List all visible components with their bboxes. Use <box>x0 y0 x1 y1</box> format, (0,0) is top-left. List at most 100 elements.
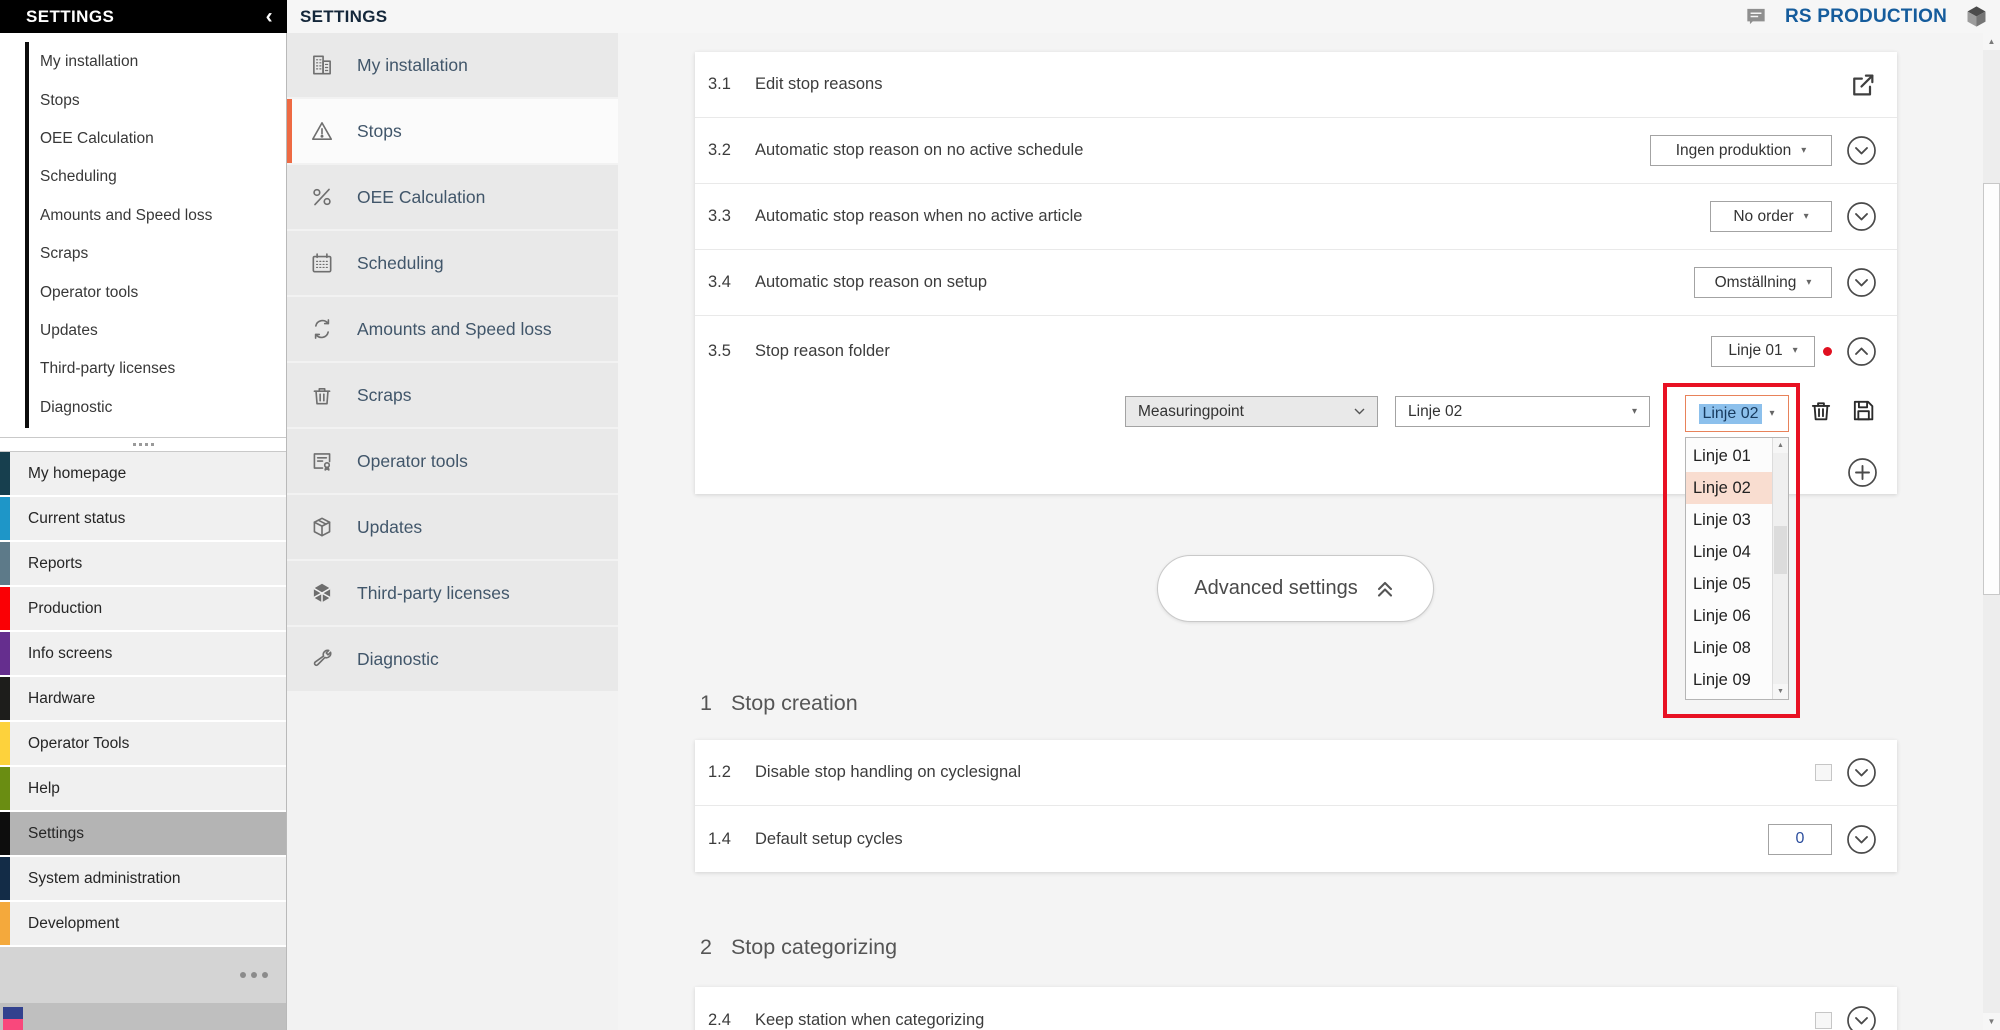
line-option[interactable]: Linje 08 <box>1686 632 1772 664</box>
module-item-operator-tools[interactable]: Operator Tools <box>0 722 286 765</box>
settings-nav-updates[interactable]: Updates <box>287 495 618 559</box>
collapse-row-button[interactable] <box>1846 336 1877 367</box>
folder-value-select[interactable]: Linje 02▾ <box>1395 396 1650 427</box>
scroll-thumb[interactable] <box>1774 526 1787 574</box>
expand-row-button[interactable] <box>1846 201 1877 232</box>
disable-stop-handling-checkbox[interactable] <box>1815 764 1832 781</box>
resize-handle-icon[interactable] <box>0 437 286 452</box>
expand-row-button[interactable] <box>1846 757 1877 788</box>
collapse-sidebar-icon[interactable]: ‹ <box>266 6 273 27</box>
document-seal-icon <box>309 448 335 474</box>
left-sidebar-header: SETTINGS ‹ <box>0 0 287 33</box>
line-option-selected[interactable]: Linje 02 <box>1686 472 1772 504</box>
module-item-current-status[interactable]: Current status <box>0 497 286 540</box>
settings-nav-my-installation[interactable]: My installation <box>287 33 618 97</box>
scroll-thumb[interactable] <box>1983 183 2000 595</box>
line-option[interactable]: Linje 09 <box>1686 664 1772 696</box>
line-option[interactable]: Linje 05 <box>1686 568 1772 600</box>
module-item-system-administration[interactable]: System administration <box>0 857 286 900</box>
settings-nav-stops[interactable]: Stops <box>287 99 618 163</box>
settings-nav-amounts-speed-loss[interactable]: Amounts and Speed loss <box>287 297 618 361</box>
sidebar-item-my-installation[interactable]: My installation <box>0 43 286 81</box>
sidebar-item-stops[interactable]: Stops <box>0 81 286 119</box>
module-color-bar <box>0 452 10 495</box>
line-select-open-list: Linje 01 Linje 02 Linje 03 Linje 04 Linj… <box>1685 437 1789 700</box>
top-bar: RS PRODUCTION <box>618 0 2000 33</box>
dropdown-caret-icon: ▾ <box>1793 346 1798 356</box>
line-option[interactable]: Linje 01 <box>1686 440 1772 472</box>
sidebar-more-options[interactable] <box>0 947 286 1003</box>
double-chevron-up-icon <box>1373 577 1397 601</box>
setup-reason-select[interactable]: Omställning▾ <box>1694 267 1832 298</box>
settings-nav-diagnostic[interactable]: Diagnostic <box>287 627 618 691</box>
building-icon <box>309 52 335 78</box>
module-item-reports[interactable]: Reports <box>0 542 286 585</box>
module-item-info-screens[interactable]: Info screens <box>0 632 286 675</box>
module-item-help[interactable]: Help <box>0 767 286 810</box>
ellipsis-icon <box>262 972 268 978</box>
section-heading-stop-creation: 1 Stop creation <box>700 691 858 716</box>
dropdown-scrollbar[interactable]: ▲ ▼ <box>1772 438 1788 699</box>
calendar-icon <box>309 250 335 276</box>
module-item-settings[interactable]: Settings <box>0 812 286 855</box>
expand-row-button[interactable] <box>1846 824 1877 855</box>
settings-nav-oee-calculation[interactable]: OEE Calculation <box>287 165 618 229</box>
save-icon[interactable] <box>1849 396 1877 424</box>
warning-triangle-icon <box>309 118 335 144</box>
main-content: RS PRODUCTION 3.1 Edit stop reasons 3.2 … <box>618 0 2000 1030</box>
sidebar-item-scraps[interactable]: Scraps <box>0 235 286 273</box>
module-item-my-homepage[interactable]: My homepage <box>0 452 286 495</box>
delete-folder-icon[interactable] <box>1807 396 1835 424</box>
section-heading-stop-categorizing: 2 Stop categorizing <box>700 935 897 960</box>
settings-category-nav: SETTINGS My installation Stops OEE Calcu… <box>287 0 618 1030</box>
settings-nav-operator-tools[interactable]: Operator tools <box>287 429 618 493</box>
scroll-down-icon[interactable]: ▼ <box>1773 684 1788 699</box>
no-active-schedule-select[interactable]: Ingen produktion▾ <box>1650 135 1832 166</box>
settings-nav-scheduling[interactable]: Scheduling <box>287 231 618 295</box>
unsaved-changes-dot <box>1823 347 1832 356</box>
folder-type-select[interactable]: Measuringpoint <box>1125 396 1378 427</box>
stop-reason-folder-select[interactable]: Linje 01▾ <box>1711 336 1815 367</box>
dropdown-caret-icon: ▾ <box>1804 212 1809 222</box>
sidebar-item-diagnostic[interactable]: Diagnostic <box>0 389 286 427</box>
dropdown-caret-icon: ▾ <box>1632 407 1637 417</box>
setting-row-3-1: 3.1 Edit stop reasons <box>695 52 1897 118</box>
line-option[interactable]: Linje 03 <box>1686 504 1772 536</box>
setting-row-3-4: 3.4 Automatic stop reason on setup Omstä… <box>695 250 1897 316</box>
sidebar-item-operator-tools[interactable]: Operator tools <box>0 273 286 311</box>
expand-row-button[interactable] <box>1846 1005 1877 1030</box>
module-color-bar <box>0 587 10 630</box>
module-item-development[interactable]: Development <box>0 902 286 945</box>
expand-row-button[interactable] <box>1846 135 1877 166</box>
sidebar-item-scheduling[interactable]: Scheduling <box>0 158 286 196</box>
line-option[interactable]: Linje 04 <box>1686 536 1772 568</box>
brand-cube-icon[interactable] <box>1963 3 1990 30</box>
keep-station-checkbox[interactable] <box>1815 1012 1832 1029</box>
no-active-article-select[interactable]: No order▾ <box>1710 201 1832 232</box>
module-color-bar <box>0 497 10 540</box>
package-icon <box>309 514 335 540</box>
expand-row-button[interactable] <box>1846 267 1877 298</box>
add-folder-button[interactable] <box>1847 457 1878 488</box>
sidebar-item-updates[interactable]: Updates <box>0 312 286 350</box>
settings-card-stop-categorizing: 2.4 Keep station when categorizing <box>695 987 1897 1030</box>
sidebar-item-third-party-licenses[interactable]: Third-party licenses <box>0 350 286 388</box>
module-item-production[interactable]: Production <box>0 587 286 630</box>
line-select[interactable]: Linje 02 ▾ <box>1685 395 1789 432</box>
settings-nav-title: SETTINGS <box>287 0 618 33</box>
module-item-hardware[interactable]: Hardware <box>0 677 286 720</box>
settings-nav-third-party-licenses[interactable]: Third-party licenses <box>287 561 618 625</box>
settings-nav-scraps[interactable]: Scraps <box>287 363 618 427</box>
advanced-settings-button[interactable]: Advanced settings <box>1157 555 1434 622</box>
line-option[interactable]: Linje 06 <box>1686 600 1772 632</box>
chat-bubble-icon[interactable] <box>1743 4 1769 30</box>
page-scrollbar[interactable]: ▲ ▼ <box>1983 33 2000 1030</box>
scroll-up-icon[interactable]: ▲ <box>1983 33 2000 50</box>
left-sidebar-top-nav: My installation Stops OEE Calculation Sc… <box>0 33 286 437</box>
default-setup-cycles-input[interactable] <box>1768 824 1832 855</box>
scroll-down-icon[interactable]: ▼ <box>1983 1013 2000 1030</box>
sidebar-item-amounts-speed-loss[interactable]: Amounts and Speed loss <box>0 197 286 235</box>
sidebar-item-oee-calculation[interactable]: OEE Calculation <box>0 120 286 158</box>
scroll-up-icon[interactable]: ▲ <box>1773 438 1788 453</box>
external-link-icon[interactable] <box>1849 71 1877 99</box>
